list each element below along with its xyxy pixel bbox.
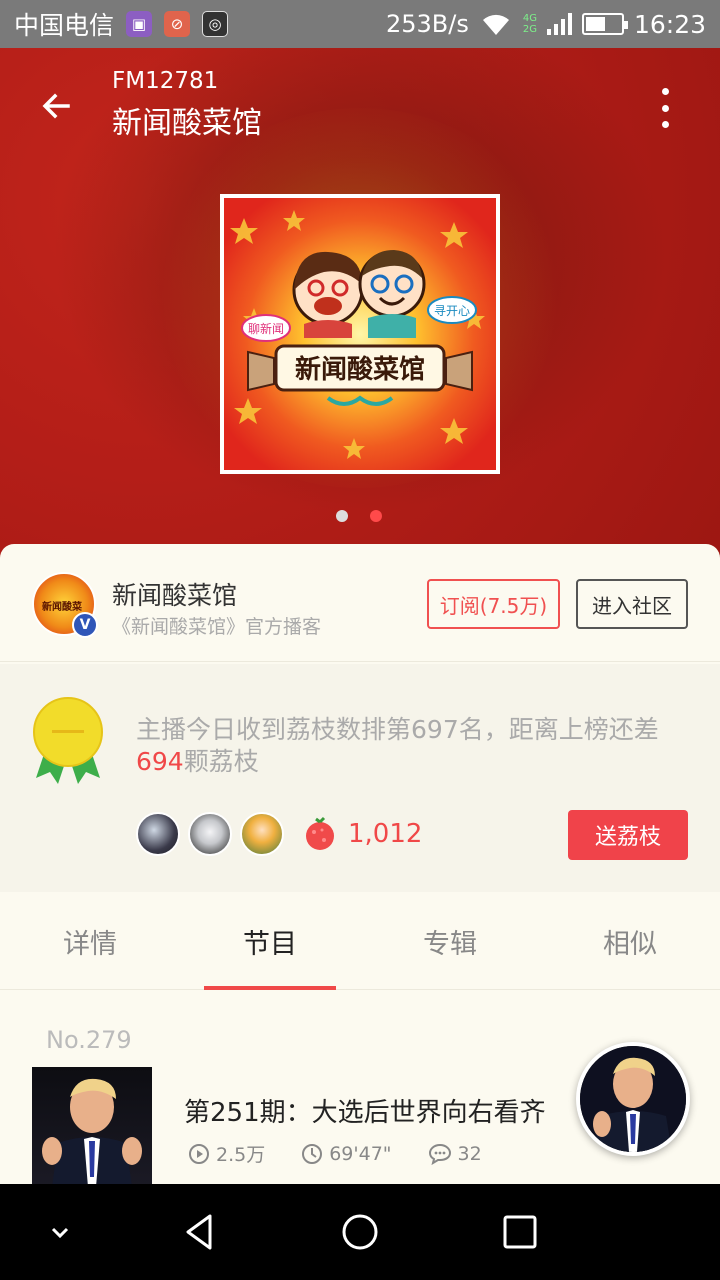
cover-right-bubble: 寻开心 bbox=[434, 304, 470, 318]
podcaster-name[interactable]: 新闻酸菜馆 bbox=[112, 576, 237, 612]
tab-bar: 详情 节目 专辑 相似 bbox=[0, 894, 720, 990]
carousel-dot-active[interactable] bbox=[370, 510, 382, 522]
ranking-panel: 主播今日收到荔枝数排第697名，距离上榜还差 694颗荔枝 1,012 送荔枝 bbox=[0, 664, 720, 892]
carousel-dot[interactable] bbox=[336, 510, 348, 522]
chevron-down-icon bbox=[51, 1227, 69, 1239]
app-notification-icon: ⊘ bbox=[164, 11, 191, 37]
battery-icon bbox=[581, 13, 628, 35]
cover-title-text: 新闻酸菜馆 bbox=[295, 354, 425, 385]
tab-albums[interactable]: 专辑 bbox=[360, 894, 540, 989]
enter-community-button[interactable]: 进入社区 bbox=[576, 579, 688, 629]
wifi-icon bbox=[482, 14, 509, 35]
medal-icon bbox=[33, 697, 103, 784]
episode-comments-value: 32 bbox=[457, 1142, 482, 1165]
avatar-label: 新闻酸菜 bbox=[42, 602, 82, 613]
nav-home-button[interactable] bbox=[332, 1204, 388, 1260]
net-speed: 253B/s bbox=[385, 10, 469, 38]
gallery-notification-icon: ▣ bbox=[126, 11, 153, 37]
arrow-left-icon bbox=[42, 93, 70, 119]
fan-avatar[interactable] bbox=[188, 812, 232, 856]
lychee-count: 1,012 bbox=[348, 819, 423, 849]
episode-duration: 69'47" bbox=[301, 1142, 392, 1165]
header-title-block: FM12781 新闻酸菜馆 bbox=[112, 68, 262, 142]
circle-home-icon bbox=[342, 1214, 378, 1250]
play-count-icon bbox=[189, 1143, 209, 1164]
episode-duration-value: 69'47" bbox=[329, 1142, 392, 1165]
network-type-badge: 4G 2G bbox=[523, 13, 537, 35]
system-nav-bar bbox=[0, 1184, 720, 1280]
lychee-icon bbox=[306, 816, 334, 850]
ranking-text: 主播今日收到荔枝数排第697名，距离上榜还差 694颗荔枝 bbox=[136, 714, 696, 778]
square-recents-icon bbox=[503, 1215, 537, 1249]
page-title: 新闻酸菜馆 bbox=[112, 106, 262, 141]
tab-similar[interactable]: 相似 bbox=[540, 894, 720, 989]
podcast-cover-image[interactable]: 聊新闻 寻开心 新闻酸菜馆 bbox=[220, 194, 500, 474]
episode-comments: 32 bbox=[428, 1143, 482, 1165]
send-lychee-button[interactable]: 送荔枝 bbox=[568, 810, 688, 860]
tab-details[interactable]: 详情 bbox=[0, 894, 180, 989]
clock: 16:23 bbox=[633, 9, 706, 39]
mini-player-button[interactable] bbox=[576, 1042, 690, 1156]
hide-nav-button[interactable] bbox=[32, 1204, 88, 1260]
carousel-indicator bbox=[336, 510, 382, 522]
network-type-top: 4G bbox=[522, 13, 537, 24]
network-type-bottom: 2G bbox=[522, 24, 537, 35]
sync-notification-icon: ◎ bbox=[202, 11, 229, 37]
fan-avatars[interactable] bbox=[136, 812, 284, 856]
episode-title[interactable]: 第251期：大选后世界向右看齐 bbox=[184, 1092, 546, 1129]
subscribe-button[interactable]: 订阅(7.5万) bbox=[427, 579, 560, 629]
episode-thumbnail[interactable] bbox=[32, 1067, 152, 1187]
more-dot-icon bbox=[661, 121, 669, 128]
podcaster-subtitle: 《新闻酸菜馆》官方播客 bbox=[112, 616, 322, 638]
episode-plays-value: 2.5万 bbox=[216, 1144, 266, 1166]
more-dot-icon bbox=[661, 88, 669, 95]
fan-avatar[interactable] bbox=[136, 812, 180, 856]
status-bar: 中国电信 ▣ ⊘ ◎ 253B/s 4G 2G 16:23 bbox=[0, 0, 720, 48]
ranking-text-prefix: 主播今日收到荔枝数排第697名，距离上榜还差 bbox=[136, 715, 659, 744]
clock-icon bbox=[302, 1143, 323, 1164]
ranking-gap-number: 694 bbox=[136, 747, 184, 776]
more-options-button[interactable] bbox=[650, 88, 680, 128]
podcaster-row: 新闻酸菜 V 新闻酸菜馆 《新闻酸菜馆》官方播客 订阅(7.5万) 进入社区 bbox=[0, 544, 720, 662]
station-id: FM12781 bbox=[112, 68, 219, 94]
verified-badge: V bbox=[72, 612, 98, 638]
cover-left-bubble: 聊新闻 bbox=[248, 321, 284, 336]
back-button[interactable] bbox=[34, 84, 78, 128]
more-dot-icon bbox=[661, 104, 669, 112]
signal-icon bbox=[546, 13, 572, 35]
comment-icon bbox=[428, 1143, 451, 1165]
tab-programs[interactable]: 节目 bbox=[180, 894, 360, 990]
episode-meta: 2.5万 69'47" 32 bbox=[188, 1140, 482, 1167]
ranking-text-suffix: 颗荔枝 bbox=[183, 747, 259, 776]
episode-plays: 2.5万 bbox=[188, 1140, 265, 1167]
carrier-label: 中国电信 bbox=[14, 11, 115, 40]
hero-header: FM12781 新闻酸菜馆 聊新闻 寻开心 新闻酸菜馆 bbox=[0, 48, 720, 558]
battery-fill bbox=[585, 17, 605, 31]
fan-avatar[interactable] bbox=[240, 812, 284, 856]
triangle-back-icon bbox=[186, 1214, 212, 1250]
nav-recents-button[interactable] bbox=[492, 1204, 548, 1260]
nav-back-button[interactable] bbox=[172, 1204, 228, 1260]
episode-number: No.279 bbox=[46, 1026, 132, 1054]
mini-player-artwork bbox=[580, 1046, 686, 1152]
